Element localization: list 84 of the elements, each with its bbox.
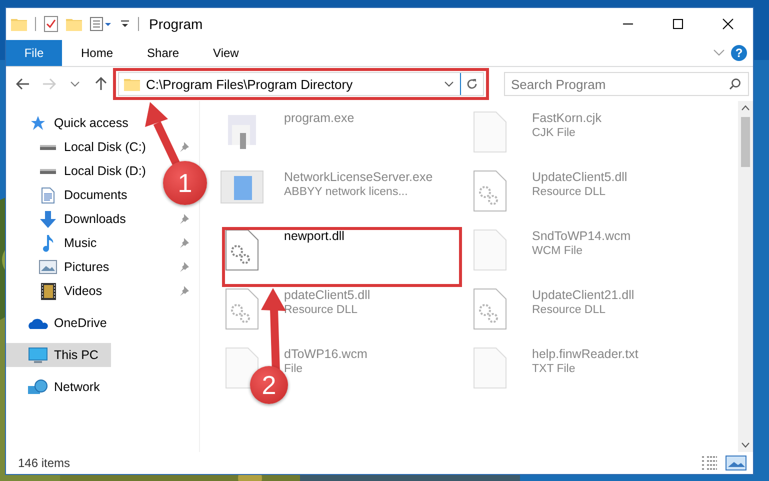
sidebar-item[interactable]: Downloads [6,207,130,231]
file-type: WCM File [532,245,584,257]
search-field[interactable]: Search Program [504,72,749,96]
checklist-icon[interactable] [44,16,58,32]
sidebar-item[interactable]: Quick access [6,111,132,135]
file-name[interactable]: help.finwReader.txt [532,347,638,361]
file-name[interactable]: pdateClient5.dll [284,288,370,302]
music-note-icon [42,234,54,252]
scrollbar-thumb[interactable] [741,117,750,167]
address-path: C:\Program Files\Program Directory [146,76,354,92]
monitor-icon [28,346,48,364]
sidebar-item[interactable]: Network [6,375,104,399]
ribbon-tab[interactable]: Home [66,40,128,66]
gear-file-icon [473,170,507,212]
file-menu-button[interactable]: File [6,40,62,66]
dropdown-icon[interactable] [120,19,130,29]
file-icon [225,347,259,389]
file-icon [473,111,507,153]
large-icons-view-icon[interactable] [725,455,747,471]
search-icon[interactable] [729,78,741,90]
maximize-icon[interactable] [672,18,684,30]
properties-icon[interactable] [90,17,112,31]
scroll-down-icon[interactable] [741,442,750,448]
item-count: 146 items [18,456,72,470]
ribbon-tab[interactable]: Share [132,40,194,66]
network-icon [28,378,48,396]
pin-icon[interactable] [179,286,189,296]
pin-icon[interactable] [179,214,189,224]
sidebar-item[interactable]: Local Disk (D:) [6,159,150,183]
file-name[interactable]: UpdateClient5.dll [532,170,628,184]
sidebar-item[interactable]: Music [6,231,101,255]
sidebar-item[interactable]: OneDrive [6,311,111,335]
ribbon-tab[interactable]: View [198,40,254,66]
folder-icon [124,77,140,91]
file-type: Resource DLL [532,304,607,316]
file-name[interactable]: SndToWP14.wcm [532,229,631,243]
window-icon [220,170,264,204]
file-type: CJK File [532,127,576,139]
chevron-down-icon[interactable] [70,81,80,87]
sidebar-item[interactable]: Local Disk (C:) [6,135,150,159]
file-type: TXT File [532,363,576,375]
gear-file-icon [473,288,507,330]
file-name[interactable]: FastKorn.cjk [532,111,602,125]
close-icon[interactable] [722,18,734,30]
refresh-icon[interactable] [466,78,478,90]
file-name[interactable]: NetworkLicenseServer.exe [284,170,433,184]
file-name[interactable]: dToWP16.wcm [284,347,368,361]
sidebar-item[interactable]: This PC [6,343,110,367]
document-icon [41,186,55,204]
pin-icon[interactable] [179,262,189,272]
drive-icon [40,144,56,150]
details-view-icon[interactable] [701,455,719,471]
file-type: File [284,363,304,375]
sidebar-item[interactable]: Documents [6,183,132,207]
scrollbar[interactable] [738,101,753,452]
sidebar-item[interactable]: Videos [6,279,106,303]
file-name[interactable]: UpdateClient21.dll [532,288,634,302]
chevron-down-icon[interactable] [444,81,454,87]
file-name[interactable]: program.exe [284,111,354,125]
file-icon [473,229,507,271]
star-icon [30,115,46,131]
back-arrow-icon[interactable] [16,78,30,90]
window-title: Program [149,16,204,32]
file-type: Resource DLL [284,304,359,316]
file-icon [473,347,507,389]
gear-file-icon [225,288,259,330]
pin-icon[interactable] [179,142,189,152]
folder-icon [11,17,27,31]
sidebar-item[interactable]: Pictures [6,255,114,279]
cloud-icon [28,317,48,329]
new-folder-icon [66,17,82,31]
scroll-up-icon[interactable] [741,105,750,111]
download-arrow-icon [40,210,56,228]
file-type: Resource DLL [532,186,607,198]
picture-icon [39,260,57,274]
up-arrow-icon[interactable] [95,77,107,91]
gear-file-icon [225,229,259,271]
pin-icon[interactable] [179,238,189,248]
file-type: ABBYY network licens... [284,186,409,198]
file-name[interactable]: newport.dll [284,229,344,243]
drive-icon [40,168,56,174]
address-bar[interactable]: C:\Program Files\Program Directory [118,72,484,96]
film-icon [40,282,56,300]
help-button[interactable]: ? [731,45,747,61]
